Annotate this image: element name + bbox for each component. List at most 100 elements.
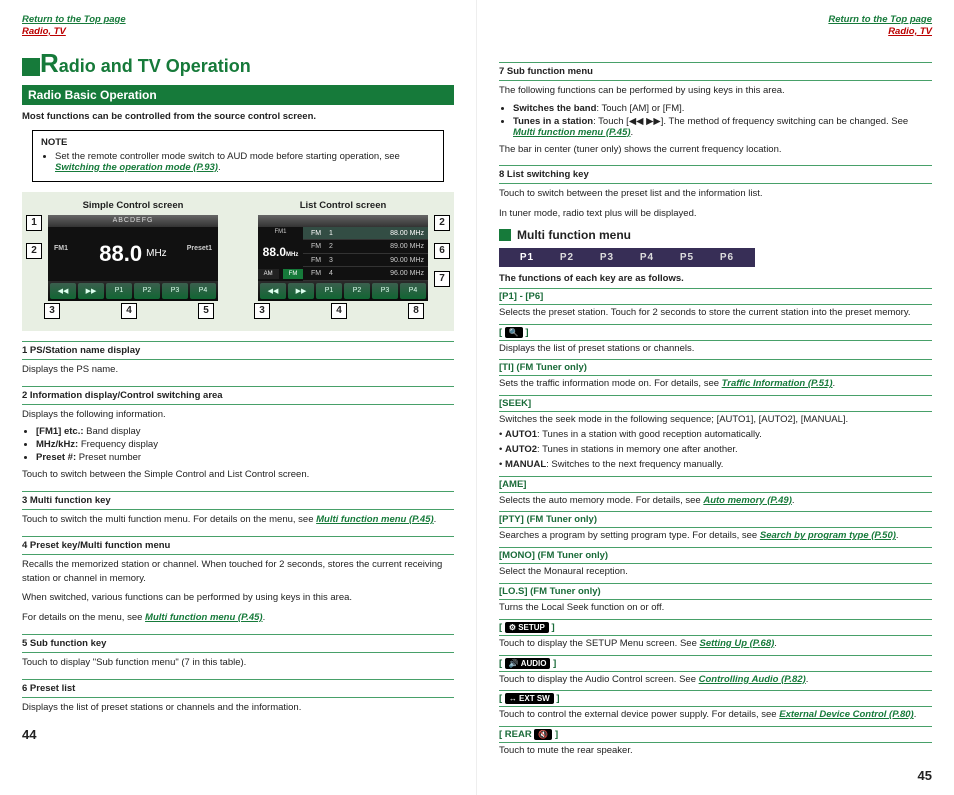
simple-freq: 88.0 bbox=[99, 241, 142, 267]
list-fm: FM1 bbox=[275, 229, 287, 235]
key-audio: [ 🔊 AUDIO ] bbox=[499, 655, 932, 672]
item4-link[interactable]: Multi function menu (P.45) bbox=[145, 612, 263, 623]
link-automem[interactable]: Auto memory (P.49) bbox=[703, 495, 792, 506]
return-link-r[interactable]: Return to the Top page bbox=[828, 14, 932, 25]
preset-p5: P5 bbox=[667, 252, 707, 263]
preset-p3: P3 bbox=[587, 252, 627, 263]
page-title: Radio and TV Operation bbox=[22, 48, 454, 79]
mute-icon: 🔇 bbox=[534, 729, 552, 740]
key-ti: [TI] (FM Tuner only) bbox=[499, 359, 932, 376]
key-pty-desc: Searches a program by setting program ty… bbox=[499, 530, 760, 541]
item2-b1: [FM1] etc.: bbox=[36, 426, 84, 437]
item-head-3: 3 Multi function key bbox=[22, 491, 454, 510]
link-pty[interactable]: Search by program type (P.50) bbox=[760, 530, 896, 541]
item-head-2: 2 Information display/Control switching … bbox=[22, 386, 454, 405]
fm-btn: FM bbox=[283, 269, 304, 279]
speaker-icon: 🔊 AUDIO bbox=[505, 658, 551, 669]
title-square-icon bbox=[22, 58, 40, 76]
key-extsw-desc: Touch to control the external device pow… bbox=[499, 709, 779, 720]
sub7-bar: The bar in center (tuner only) shows the… bbox=[499, 140, 932, 160]
sub7-head: 7 Sub function menu bbox=[499, 62, 932, 81]
sub7-link[interactable]: Multi function menu (P.45) bbox=[513, 127, 631, 138]
item6-text: Displays the list of preset stations or … bbox=[22, 698, 454, 718]
mfm-head: Multi function menu bbox=[499, 228, 932, 242]
am-btn: AM bbox=[258, 269, 279, 279]
note-box: NOTE Set the remote controller mode swit… bbox=[32, 130, 444, 182]
simple-fm: FM1 bbox=[54, 245, 68, 252]
list-unit: MHz bbox=[286, 252, 298, 258]
callout-4b: 4 bbox=[331, 303, 347, 319]
sub8-a: Touch to switch between the preset list … bbox=[499, 184, 932, 204]
note-text: Set the remote controller mode switch to… bbox=[55, 151, 400, 162]
item4-b: When switched, various functions can be … bbox=[22, 588, 454, 608]
functions-intro: The functions of each key are as follows… bbox=[499, 273, 932, 284]
extsw-icon: ↔ EXT SW bbox=[505, 693, 554, 704]
simple-topbar: ABCDEFG bbox=[48, 215, 218, 227]
key-search: [ 🔍 ] bbox=[499, 324, 932, 341]
callout-3: 3 bbox=[44, 303, 60, 319]
item-body-2b: Touch to switch between the Simple Contr… bbox=[22, 465, 454, 485]
item3-link[interactable]: Multi function menu (P.45) bbox=[316, 514, 434, 525]
section-link-r[interactable]: Radio, TV bbox=[888, 26, 932, 37]
callout-8: 8 bbox=[408, 303, 424, 319]
search-icon: 🔍 bbox=[505, 327, 523, 338]
item-body-1: Displays the PS name. bbox=[22, 360, 454, 380]
simple-title: Simple Control screen bbox=[42, 200, 224, 211]
note-label: NOTE bbox=[41, 137, 435, 148]
callout-7: 7 bbox=[434, 271, 450, 287]
screenshot-block: Simple Control screen 1 2 ABCDEFG FM1 Pr… bbox=[22, 192, 454, 331]
page-num-right: 45 bbox=[499, 768, 932, 783]
section-link[interactable]: Radio, TV bbox=[22, 26, 66, 37]
key-seek-desc: Switches the seek mode in the following … bbox=[499, 412, 932, 427]
link-setup[interactable]: Setting Up (P.68) bbox=[700, 638, 775, 649]
mfm-square-icon bbox=[499, 229, 511, 241]
return-link[interactable]: Return to the Top page bbox=[22, 14, 126, 25]
rewind-icon: ◀◀ bbox=[629, 116, 644, 127]
link-traffic[interactable]: Traffic Information (P.51) bbox=[722, 378, 833, 389]
item2-b2: MHz/kHz: bbox=[36, 439, 78, 450]
key-los: [LO.S] (FM Tuner only) bbox=[499, 583, 932, 600]
gear-icon: ⚙ SETUP bbox=[505, 622, 549, 633]
item-body-2a: Displays the following information. bbox=[22, 405, 454, 425]
sub8-head: 8 List switching key bbox=[499, 165, 932, 184]
list-title: List Control screen bbox=[252, 200, 434, 211]
page-num-left: 44 bbox=[22, 727, 454, 742]
simple-preset: Preset1 bbox=[187, 245, 212, 252]
key-p1p6-desc: Selects the preset station. Touch for 2 … bbox=[499, 305, 932, 320]
key-seek: [SEEK] bbox=[499, 395, 932, 412]
callout-6: 6 bbox=[434, 243, 450, 259]
header-links-right: Return to the Top page Radio, TV bbox=[499, 14, 932, 38]
item5-text: Touch to display "Sub function menu" (7 … bbox=[22, 653, 454, 673]
callout-1: 1 bbox=[26, 215, 42, 231]
callout-5: 5 bbox=[198, 303, 214, 319]
preset-p1: P1 bbox=[507, 252, 547, 263]
preset-p4: P4 bbox=[627, 252, 667, 263]
header-links-left: Return to the Top page Radio, TV bbox=[22, 14, 454, 38]
key-audio-desc: Touch to display the Audio Control scree… bbox=[499, 674, 699, 685]
simple-unit: MHz bbox=[146, 248, 167, 259]
key-ame-desc: Selects the auto memory mode. For detail… bbox=[499, 495, 703, 506]
callout-3b: 3 bbox=[254, 303, 270, 319]
link-extsw[interactable]: External Device Control (P.80) bbox=[779, 709, 913, 720]
item4-c: For details on the menu, see bbox=[22, 612, 145, 623]
link-audio[interactable]: Controlling Audio (P.82) bbox=[699, 674, 806, 685]
forward-icon: ▶▶ bbox=[646, 116, 661, 127]
section-bar-basic: Radio Basic Operation bbox=[22, 85, 454, 105]
item-head-4: 4 Preset key/Multi function menu bbox=[22, 536, 454, 555]
key-mono-desc: Select the Monaural reception. bbox=[499, 564, 932, 579]
key-setup: [ ⚙ SETUP ] bbox=[499, 619, 932, 636]
intro-text: Most functions can be controlled from th… bbox=[22, 111, 454, 122]
item2-b3: Preset #: bbox=[36, 452, 76, 463]
key-search-desc: Displays the list of preset stations or … bbox=[499, 341, 932, 356]
key-mono: [MONO] (FM Tuner only) bbox=[499, 547, 932, 564]
key-extsw: [ ↔ EXT SW ] bbox=[499, 690, 932, 707]
sub7-intro: The following functions can be performed… bbox=[499, 81, 932, 101]
key-pty: [PTY] (FM Tuner only) bbox=[499, 511, 932, 528]
item-head-6: 6 Preset list bbox=[22, 679, 454, 698]
key-p1p6: [P1] - [P6] bbox=[499, 288, 932, 305]
key-rear-desc: Touch to mute the rear speaker. bbox=[499, 743, 932, 758]
note-link[interactable]: Switching the operation mode (P.93) bbox=[55, 162, 218, 173]
preset-p6: P6 bbox=[707, 252, 747, 263]
preset-p2: P2 bbox=[547, 252, 587, 263]
item-head-5: 5 Sub function key bbox=[22, 634, 454, 653]
